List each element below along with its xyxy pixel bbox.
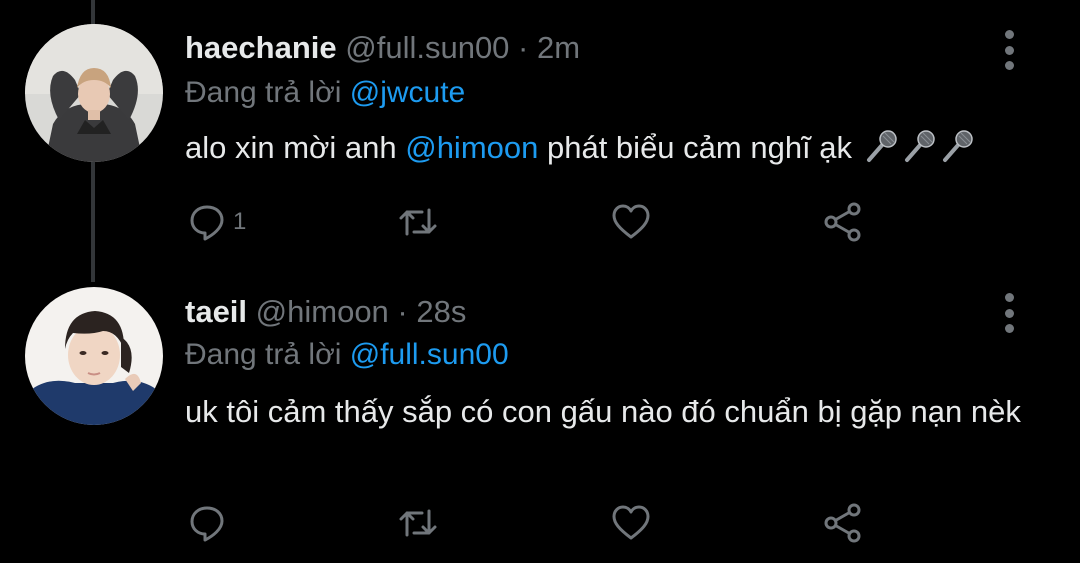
avatar[interactable] — [25, 287, 163, 425]
more-vertical-icon[interactable] — [994, 30, 1024, 70]
display-name[interactable]: taeil — [185, 294, 247, 329]
avatar[interactable] — [25, 24, 163, 162]
reply-button[interactable] — [185, 499, 233, 547]
replying-prefix: Đang trả lời — [185, 76, 350, 109]
tweet-actions: 1 — [0, 198, 1080, 246]
tweet-text-end: phát biểu cảm nghĩ ạk — [538, 130, 861, 165]
like-button[interactable] — [609, 499, 653, 547]
timestamp[interactable]: 2m — [537, 30, 580, 65]
replying-to-mention[interactable]: @jwcute — [350, 76, 466, 109]
username[interactable]: @full.sun00 — [345, 30, 509, 65]
share-icon — [824, 503, 861, 543]
share-icon — [824, 202, 861, 242]
timestamp[interactable]: 28s — [416, 294, 466, 329]
replying-to: Đang trả lời @full.sun00 — [185, 338, 509, 372]
like-icon — [612, 204, 650, 239]
retweet-icon — [399, 208, 437, 236]
separator-dot: · — [509, 30, 537, 65]
tweet[interactable]: taeil @himoon · 28s Đang trả lời @full.s… — [0, 282, 1080, 563]
like-icon — [612, 505, 650, 540]
microphone-emoji — [942, 130, 973, 162]
replying-to: Đang trả lời @jwcute — [185, 76, 465, 110]
replying-prefix: Đang trả lời — [185, 338, 350, 371]
retweet-icon — [399, 509, 437, 537]
display-name[interactable]: haechanie — [185, 30, 337, 65]
tweet-actions — [0, 499, 1080, 547]
retweet-button[interactable] — [396, 198, 440, 246]
microphone-emoji — [904, 130, 935, 162]
share-button[interactable] — [821, 499, 865, 547]
tweet-text-start: alo xin mời anh — [185, 130, 406, 165]
reply-icon — [190, 205, 224, 241]
microphone-emoji — [866, 130, 897, 162]
reply-button[interactable]: 1 — [185, 198, 246, 246]
tweet-header: taeil @himoon · 28s — [185, 294, 466, 330]
reply-icon — [190, 506, 224, 542]
more-vertical-icon[interactable] — [994, 293, 1024, 333]
replying-to-mention[interactable]: @full.sun00 — [350, 338, 509, 371]
separator-dot: · — [388, 294, 417, 329]
tweet-text: alo xin mời anh @himoon phát biểu cảm ng… — [185, 128, 975, 168]
tweet[interactable]: haechanie @full.sun00 · 2m Đang trả lời … — [0, 0, 1080, 282]
mention-link[interactable]: @himoon — [405, 130, 538, 165]
reply-count: 1 — [233, 208, 247, 235]
username[interactable]: @himoon — [256, 294, 389, 329]
share-button[interactable] — [821, 198, 865, 246]
retweet-button[interactable] — [396, 499, 440, 547]
like-button[interactable] — [609, 198, 653, 246]
tweet-header: haechanie @full.sun00 · 2m — [185, 30, 580, 66]
tweet-text: uk tôi cảm thấy sắp có con gấu nào đó ch… — [185, 394, 1021, 429]
